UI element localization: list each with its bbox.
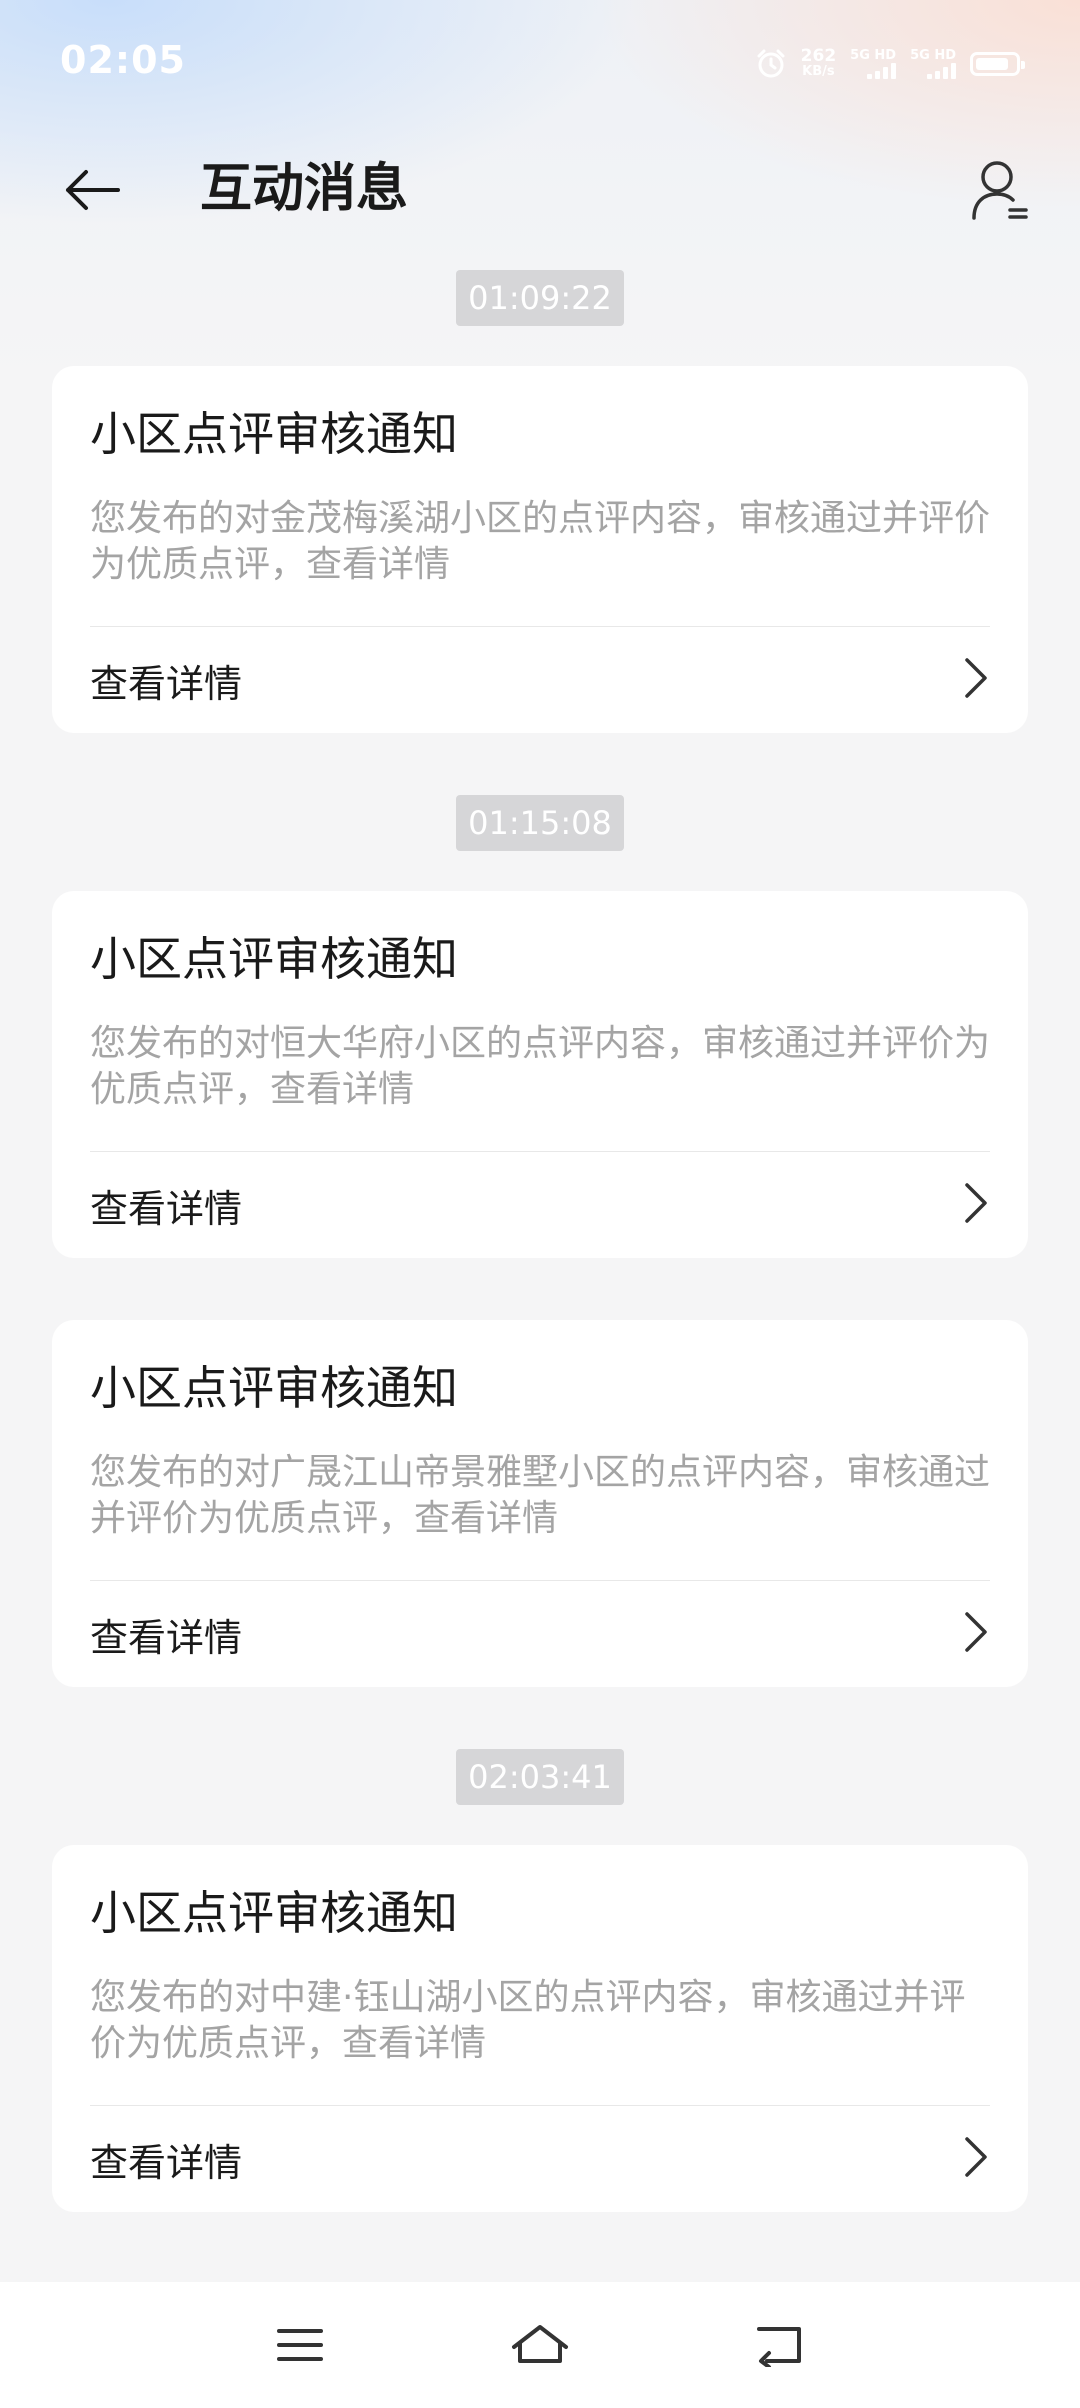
- card-gap: [0, 1258, 1080, 1320]
- view-details-label: 查看详情: [90, 661, 243, 706]
- view-details-label: 查看详情: [90, 1186, 243, 1231]
- home-icon: [512, 2325, 568, 2363]
- time-separator: 02:03:41: [0, 1749, 1080, 1805]
- chevron-right-icon: [962, 656, 990, 704]
- user-icon: [972, 161, 1028, 220]
- time-separator: 01:15:08: [0, 795, 1080, 851]
- profile-button[interactable]: [960, 150, 1040, 230]
- chevron-right-icon: [962, 1610, 990, 1658]
- notification-card[interactable]: 小区点评审核通知您发布的对金茂梅溪湖小区的点评内容，审核通过并评价为优质点评，查…: [52, 366, 1028, 733]
- signal-bars-icon: [867, 63, 897, 79]
- sim1-label: 5G HD: [850, 48, 897, 63]
- view-details-row[interactable]: 查看详情: [90, 2106, 990, 2212]
- card-gap: [0, 326, 1080, 366]
- view-details-row[interactable]: 查看详情: [90, 1152, 990, 1258]
- timestamp-chip: 01:15:08: [456, 795, 624, 851]
- card-body: 您发布的对中建·钰山湖小区的点评内容，审核通过并评价为优质点评，查看详情: [90, 1977, 966, 2064]
- nav-back-button[interactable]: [740, 2310, 820, 2380]
- page-title: 互动消息: [200, 159, 409, 219]
- chevron-right-icon: [962, 2135, 990, 2183]
- notification-card[interactable]: 小区点评审核通知您发布的对广晟江山帝景雅墅小区的点评内容，审核通过并评价为优质点…: [52, 1320, 1028, 1687]
- feed-spacer: [0, 1687, 1080, 1749]
- time-separator: 01:09:22: [0, 270, 1080, 326]
- timestamp-chip: 01:09:22: [456, 270, 624, 326]
- network-speed-unit: KB/s: [802, 64, 835, 79]
- card-title: 小区点评审核通知: [90, 1361, 458, 1415]
- view-details-label: 查看详情: [90, 2140, 243, 2185]
- card-title: 小区点评审核通知: [90, 1886, 458, 1940]
- timestamp-chip: 02:03:41: [456, 1749, 624, 1805]
- message-feed: 01:09:22 小区点评审核通知 您发布的对金茂梅溪湖小区的点评内容，审核通过并评…: [0, 270, 1080, 2212]
- network-speed: 262 KB/s: [801, 48, 837, 80]
- network-speed-value: 262: [800, 46, 837, 66]
- notification-card[interactable]: 小区点评审核通知您发布的对恒大华府小区的点评内容，审核通过并评价为优质点评，查看…: [52, 891, 1028, 1258]
- back-icon: [757, 2327, 801, 2367]
- status-time: 02:05: [60, 38, 186, 82]
- back-button[interactable]: [52, 150, 132, 230]
- view-details-row[interactable]: 查看详情: [90, 627, 990, 733]
- alarm-icon: [755, 48, 787, 80]
- battery-icon: [970, 52, 1025, 76]
- card-title: 小区点评审核通知: [90, 932, 458, 986]
- menu-icon: [277, 2329, 323, 2361]
- arrow-left-icon: [66, 170, 120, 210]
- sim1-signal: 5G HD: [850, 48, 897, 79]
- system-nav-bar: [0, 2282, 1080, 2408]
- card-title: 小区点评审核通知: [90, 407, 458, 461]
- sim2-label: 5G HD: [910, 48, 956, 63]
- status-bar: 02:05 262 KB/s 5G HD 5G HD: [0, 0, 1080, 125]
- card-body: 您发布的对恒大华府小区的点评内容，审核通过并评价为优质点评，查看详情: [90, 1023, 991, 1110]
- nav-home-button[interactable]: [500, 2310, 580, 2380]
- view-details-label: 查看详情: [90, 1615, 243, 1660]
- battery-level: [976, 58, 1009, 70]
- chevron-right-icon: [962, 1181, 990, 1229]
- app-header: 互动消息: [0, 125, 1080, 255]
- card-gap: [0, 851, 1080, 891]
- view-details-row[interactable]: 查看详情: [90, 1581, 990, 1687]
- feed-spacer: [0, 733, 1080, 795]
- card-gap: [0, 1805, 1080, 1845]
- notification-card[interactable]: 小区点评审核通知您发布的对中建·钰山湖小区的点评内容，审核通过并评价为优质点评，…: [52, 1845, 1028, 2212]
- sim2-signal: 5G HD: [910, 49, 956, 79]
- status-icons: 262 KB/s 5G HD 5G HD: [755, 44, 1025, 84]
- nav-menu-button[interactable]: [260, 2310, 340, 2380]
- card-body: 您发布的对金茂梅溪湖小区的点评内容，审核通过并评价为优质点评，查看详情: [90, 498, 991, 585]
- card-body: 您发布的对广晟江山帝景雅墅小区的点评内容，审核通过并评价为优质点评，查看详情: [90, 1452, 991, 1539]
- signal-bars-icon: [927, 63, 956, 79]
